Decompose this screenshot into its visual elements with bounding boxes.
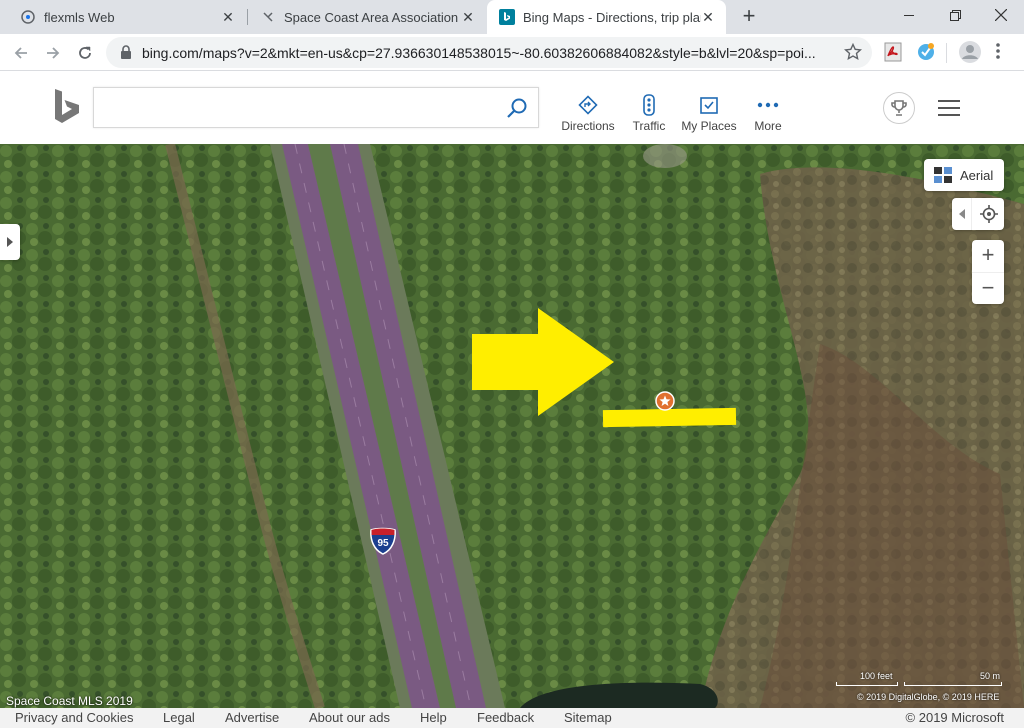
avatar-icon [959, 41, 981, 63]
close-icon[interactable]: ✕ [220, 9, 236, 25]
nav-label: My Places [681, 119, 737, 133]
close-icon [995, 9, 1007, 21]
minimize-button[interactable] [886, 0, 932, 30]
bing-logo[interactable] [52, 87, 82, 132]
tab-flexmls[interactable]: flexmls Web ✕ [0, 0, 246, 34]
reload-button[interactable] [72, 40, 98, 66]
footer-link-legal[interactable]: Legal [163, 710, 195, 725]
footer-link-feedback[interactable]: Feedback [477, 710, 534, 725]
forward-button[interactable] [40, 40, 66, 66]
more-icon [738, 93, 798, 117]
location-pin[interactable] [655, 391, 675, 411]
browser-menu-button[interactable] [996, 42, 1008, 62]
aerial-imagery [0, 144, 1024, 708]
hamburger-menu-icon[interactable] [938, 100, 960, 116]
locate-target-icon [980, 205, 998, 223]
zoom-control: + − [972, 240, 1004, 304]
imagery-credit: © 2019 DigitalGlobe, © 2019 HERE [857, 692, 1000, 702]
map-layers-icon [934, 167, 952, 183]
search-icon[interactable] [506, 97, 528, 124]
restore-icon [949, 9, 961, 21]
kebab-menu-icon [996, 43, 1000, 59]
scale-bar-meters [904, 682, 1002, 686]
minimize-icon [903, 14, 914, 16]
my-places-icon [679, 93, 739, 117]
close-window-button[interactable] [978, 0, 1024, 30]
tab-title: flexmls Web [44, 9, 115, 25]
shield-number: 95 [377, 538, 389, 549]
chevron-right-icon [7, 237, 13, 247]
yellow-arrow-annotation [472, 308, 614, 416]
back-arrow-icon [14, 47, 27, 59]
map-style-label: Aerial [960, 167, 994, 183]
scale-meters-label: 50 m [979, 671, 1000, 681]
traffic-icon [619, 93, 679, 117]
search-input[interactable] [94, 88, 494, 127]
nav-my-places[interactable]: My Places [679, 93, 739, 133]
zoom-in-button[interactable]: + [972, 240, 1004, 272]
minus-icon: − [981, 275, 995, 300]
map-style-button[interactable]: Aerial [924, 159, 1004, 191]
page-footer: Privacy and Cookies Legal Advertise Abou… [0, 708, 1024, 728]
map-scale: 100 feet 50 m [832, 670, 1004, 688]
close-icon[interactable]: ✕ [700, 9, 716, 25]
close-icon[interactable]: ✕ [460, 9, 476, 25]
footer-link-help[interactable]: Help [420, 710, 447, 725]
locate-control [952, 198, 1004, 230]
directions-icon [558, 93, 618, 117]
browser-toolbar: bing.com/maps?v=2&mkt=en-us&cp=27.936630… [0, 34, 1024, 71]
pdf-extension-icon[interactable] [884, 42, 904, 62]
footer-link-about-ads[interactable]: About our ads [309, 710, 390, 725]
plus-icon: + [981, 242, 995, 267]
tab-bing-maps[interactable]: Bing Maps - Directions, trip plann ✕ [487, 0, 726, 34]
flexmls-icon [20, 9, 36, 25]
star-pin-icon [655, 391, 675, 411]
back-button[interactable] [8, 40, 34, 66]
footer-copyright: © 2019 Microsoft [905, 710, 1004, 725]
nav-label: More [754, 119, 782, 133]
chevron-left-icon [958, 209, 965, 219]
toolbar-divider [946, 43, 947, 63]
interstate-95-shield: 95 [368, 526, 398, 556]
search-box[interactable] [93, 87, 539, 128]
nav-traffic[interactable]: Traffic [619, 93, 679, 133]
zoom-out-button[interactable]: − [972, 272, 1004, 304]
tab-space-coast[interactable]: Space Coast Area Association of ✕ [248, 0, 486, 34]
footer-link-advertise[interactable]: Advertise [225, 710, 279, 725]
profile-avatar[interactable] [958, 40, 982, 64]
nav-label: Directions [561, 119, 615, 133]
trophy-icon [891, 100, 907, 116]
locate-expand-button[interactable] [952, 198, 972, 230]
bing-header: Directions Traffic My Places More [0, 71, 1024, 144]
bing-icon [499, 9, 515, 25]
scale-bar-feet [836, 682, 898, 686]
footer-link-sitemap[interactable]: Sitemap [564, 710, 612, 725]
page-icon [260, 9, 276, 25]
new-tab-button[interactable]: + [737, 5, 761, 29]
url-text[interactable]: bing.com/maps?v=2&mkt=en-us&cp=27.936630… [142, 45, 832, 61]
bing-logo-icon [55, 89, 79, 123]
address-bar[interactable]: bing.com/maps?v=2&mkt=en-us&cp=27.936630… [106, 37, 872, 68]
restore-button[interactable] [932, 0, 978, 30]
side-panel-expander[interactable] [0, 224, 20, 260]
mls-watermark: Space Coast MLS 2019 [6, 694, 133, 708]
tab-title: Bing Maps - Directions, trip plann [523, 9, 701, 25]
tab-title: Space Coast Area Association of [284, 9, 460, 25]
bookmark-star-icon[interactable] [843, 42, 863, 66]
rewards-button[interactable] [883, 92, 915, 124]
reload-icon [79, 46, 91, 59]
scale-feet-label: 100 feet [860, 671, 893, 681]
nav-label: Traffic [632, 119, 666, 133]
extension-icon[interactable] [916, 42, 936, 62]
nav-directions[interactable]: Directions [558, 93, 618, 133]
map-canvas[interactable]: 95 Aerial + − Space Coast MLS 2019 100 f… [0, 144, 1024, 708]
lock-icon [120, 45, 132, 64]
locate-me-button[interactable] [974, 198, 1004, 230]
tab-strip: flexmls Web ✕ Space Coast Area Associati… [0, 0, 1024, 34]
nav-more[interactable]: More [738, 93, 798, 133]
footer-link-privacy[interactable]: Privacy and Cookies [15, 710, 134, 725]
forward-arrow-icon [47, 47, 60, 59]
